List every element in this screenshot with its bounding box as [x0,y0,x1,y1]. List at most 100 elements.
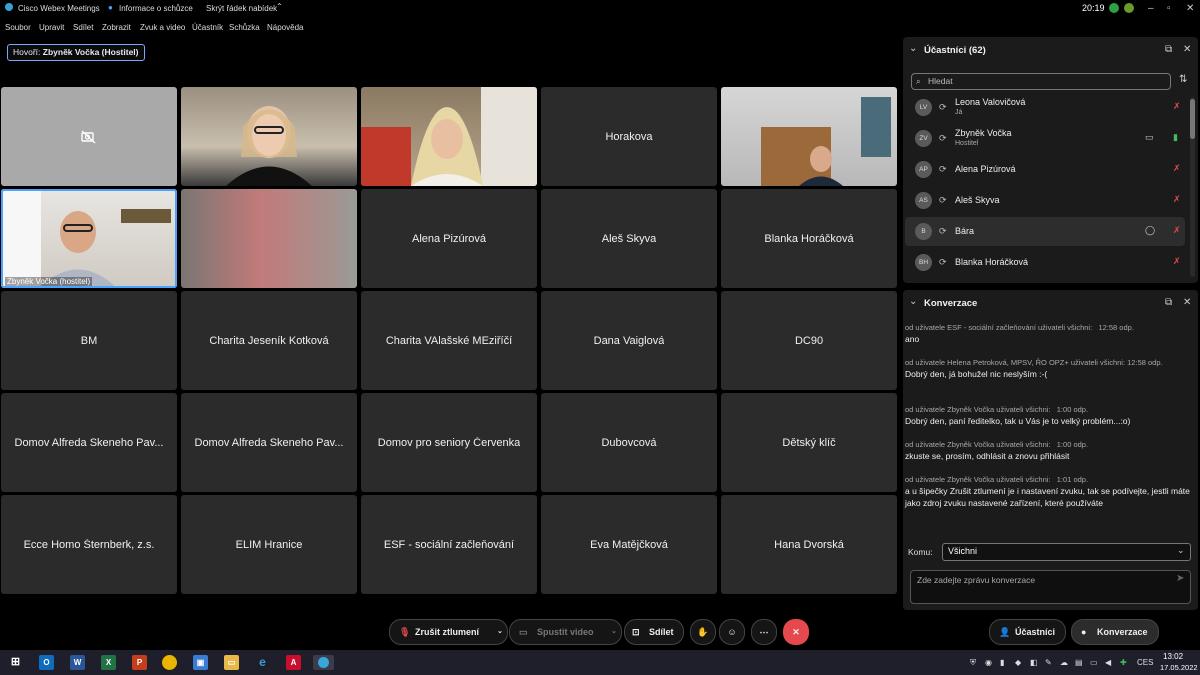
video-tile-participant[interactable]: Alena Pizúrová [361,189,537,288]
edge-icon[interactable]: e [255,655,270,670]
mic-muted-icon[interactable]: ✗ [1173,256,1181,267]
volume-icon[interactable]: ◀ [1105,658,1111,667]
participant-search-input[interactable]: ⌕ Hledat [911,73,1171,90]
unmute-button[interactable]: 🎙 Zrušit ztlumení ⌄ [389,619,508,645]
close-icon[interactable]: ✕ [1183,44,1191,55]
video-tile-participant[interactable]: ELIM Hranice [181,495,357,594]
chevron-down-icon[interactable]: ⌄ [497,620,503,644]
video-tile-participant[interactable]: ESF - sociální začleňování [361,495,537,594]
video-tile-participant[interactable]: Eva Matějčková [541,495,717,594]
tray-dropbox-icon[interactable]: ◆ [1015,658,1021,667]
chevron-down-icon[interactable]: ⌄ [909,296,917,307]
mic-active-icon[interactable]: ▮ [1173,132,1178,143]
menu-napoveda[interactable]: Nápověda [267,23,303,32]
video-tile-participant[interactable]: Blanka Horáčková [721,189,897,288]
raise-hand-button[interactable]: ✋ [690,619,716,645]
excel-icon[interactable]: X [101,655,116,670]
menu-sdilet[interactable]: Sdílet [73,23,93,32]
video-tile-participant[interactable]: Dětský klíč [721,393,897,492]
avatar-icon[interactable] [1124,3,1134,13]
chat-message-input[interactable]: Zde zadejte zprávu konverzace ➤ [910,570,1191,604]
video-tile-participant[interactable]: DC90 [721,291,897,390]
video-tile-participant[interactable] [361,87,537,186]
menu-zobrazit[interactable]: Zobrazit [102,23,131,32]
sort-icon[interactable]: ⇅ [1179,74,1187,85]
tray-plus-icon[interactable]: ✚ [1120,658,1127,667]
mic-muted-icon[interactable]: ✗ [1173,163,1181,174]
webex-taskbar-icon[interactable] [313,655,334,670]
powerpoint-icon[interactable]: P [132,655,147,670]
tray-pen-icon[interactable]: ✎ [1045,658,1052,667]
recipient-select[interactable]: Všichni ⌄ [942,543,1191,561]
participant-row[interactable]: AS ⟳ Aleš Skyva ✗ [905,186,1185,215]
participant-row[interactable]: BH ⟳ Blanka Horáčková ✗ [905,248,1185,277]
share-button[interactable]: ⊡ Sdílet [624,619,684,645]
input-language[interactable]: CES [1137,658,1153,667]
word-icon[interactable]: W [70,655,85,670]
video-tile-participant[interactable]: Hana Dvorská [721,495,897,594]
send-icon[interactable]: ➤ [1176,573,1184,584]
tray-audio-icon[interactable]: ◧ [1030,658,1038,667]
video-tile-participant[interactable]: Dubovcová [541,393,717,492]
menu-schuzka[interactable]: Schůzka [229,23,260,32]
tray-monitor-icon[interactable]: ▭ [1090,658,1098,667]
video-tile-participant[interactable]: BM [1,291,177,390]
video-tile-participant[interactable]: Dana Vaiglová [541,291,717,390]
menu-upravit[interactable]: Upravit [39,23,64,32]
reactions-button[interactable]: ☺ [719,619,745,645]
taskbar-date[interactable]: 17.05.2022 [1160,663,1198,672]
outlook-icon[interactable]: O [39,655,54,670]
menu-ucastnik[interactable]: Účastník [192,23,223,32]
participants-toggle-button[interactable]: 👤 Účastníci [989,619,1066,645]
scrollbar-thumb[interactable] [1190,99,1195,139]
chat-toggle-button[interactable]: ● Konverzace [1071,619,1159,645]
chevron-down-icon[interactable]: ⌄ [909,43,917,54]
acrobat-icon[interactable]: A [286,655,301,670]
video-tile-participant[interactable]: Ecce Homo Šternberk, z.s. [1,495,177,594]
tray-globe-icon[interactable]: ◉ [985,658,992,667]
chevron-down-icon[interactable]: ⌄ [1177,545,1185,556]
popout-icon[interactable]: ⧉ [1165,297,1172,308]
taskbar-time[interactable]: 13:02 [1163,652,1183,661]
windows-start-icon[interactable]: ⊞ [8,655,23,670]
video-tile-participant[interactable]: Charita VAlašské MEziříčí [361,291,537,390]
video-tile-participant[interactable] [721,87,897,186]
minimize-icon[interactable]: – [1148,3,1154,14]
chevron-up-icon[interactable]: ⌃ [276,2,283,11]
close-icon[interactable]: ✕ [1183,297,1191,308]
video-tile-blurred[interactable] [181,189,357,288]
menu-soubor[interactable]: Soubor [5,23,31,32]
close-window-icon[interactable]: ✕ [1186,3,1194,14]
hide-menu-button[interactable]: Skrýt řádek nabídek [206,4,277,13]
tray-shield-icon[interactable]: ⛨ [970,658,976,668]
mic-muted-icon[interactable]: ✗ [1173,101,1181,112]
chrome-icon[interactable] [162,655,177,670]
video-tile-participant[interactable]: Domov Alfreda Skeneho Pav... [1,393,177,492]
participant-row[interactable]: ZV ⟳ Zbyněk Vočka Hostitel ▭ ▮ [905,124,1185,153]
mic-muted-icon[interactable]: ✗ [1173,194,1181,205]
video-tile-participant[interactable]: Domov pro seniory Červenka [361,393,537,492]
tray-cloud-icon[interactable]: ☁ [1060,658,1068,667]
menu-zvuk-a-video[interactable]: Zvuk a video [140,23,185,32]
video-tile-participant[interactable]: Domov Alfreda Skeneho Pav... [181,393,357,492]
participant-row[interactable]: AP ⟳ Alena Pizúrová ✗ [905,155,1185,184]
video-tile-host[interactable]: Zbyněk Vočka (hostitel) [1,189,177,288]
scrollbar[interactable] [1190,97,1195,277]
video-tile-participant[interactable]: Charita Jeseník Kotková [181,291,357,390]
video-tile-participant[interactable] [181,87,357,186]
teams-icon[interactable]: ▣ [193,655,208,670]
meeting-info-button[interactable]: Informace o schůzce [119,4,193,13]
video-tile-camera-off[interactable] [1,87,177,186]
start-video-button[interactable]: ▭ Spustit video ⌄ [509,619,622,645]
tray-mic-icon[interactable]: ▮ [1000,658,1004,667]
leave-meeting-button[interactable]: ✕ [783,619,809,645]
tray-office-icon[interactable]: ▤ [1075,658,1083,667]
video-camera-icon[interactable]: ▭ [1145,132,1154,143]
file-explorer-icon[interactable]: ▭ [224,655,239,670]
mic-muted-icon[interactable]: ✗ [1173,225,1181,236]
video-tile-participant[interactable]: Aleš Skyva [541,189,717,288]
more-options-button[interactable]: ⋯ [751,619,777,645]
participant-row[interactable]: B ⟳ Bára ◯ ✗ [905,217,1185,246]
maximize-icon[interactable]: ▫ [1167,3,1171,14]
info-icon[interactable]: ● [108,3,113,12]
